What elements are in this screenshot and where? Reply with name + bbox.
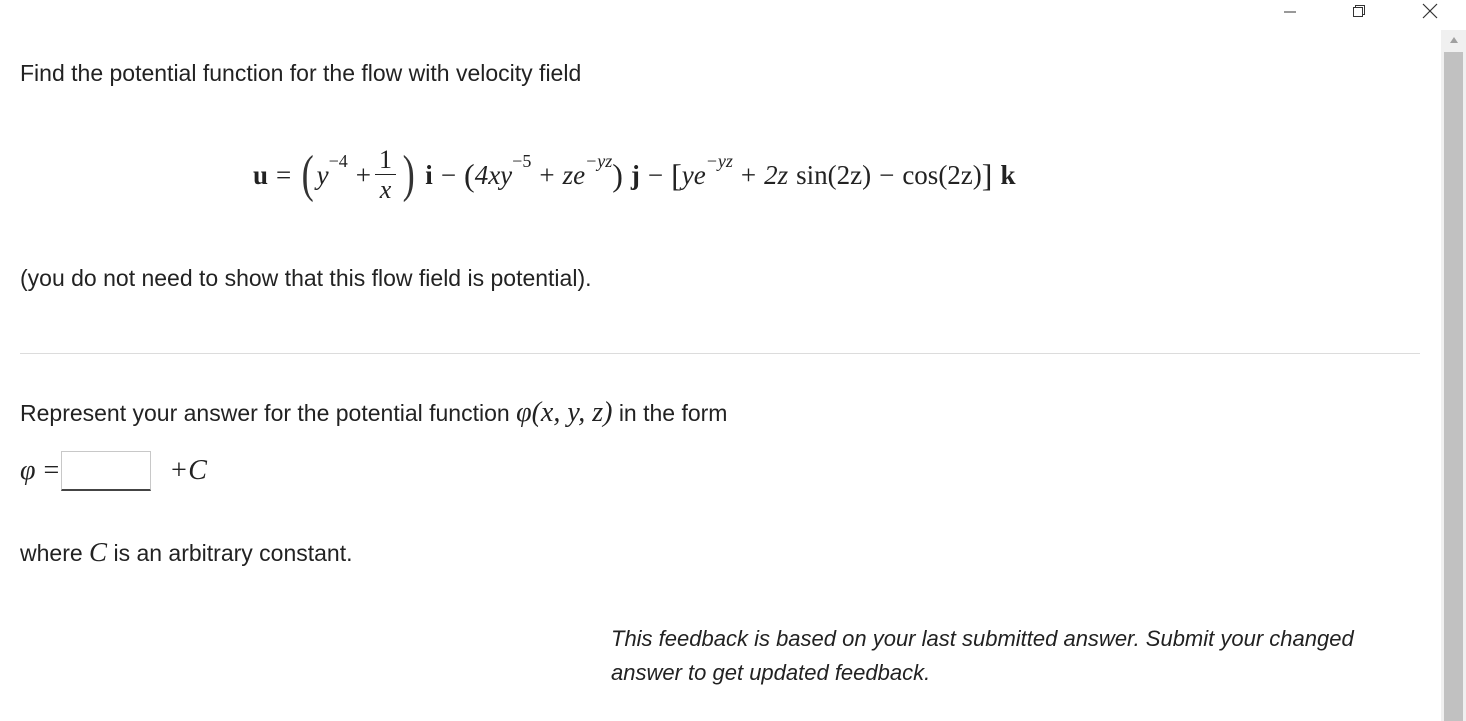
term1-exponent: −4 xyxy=(328,150,348,171)
close-button[interactable] xyxy=(1407,0,1453,22)
term2-exponent: −5 xyxy=(512,150,532,171)
fraction-denominator: x xyxy=(379,174,392,204)
plus-constant: +C xyxy=(169,455,207,486)
minimize-icon xyxy=(1284,11,1296,13)
where-suffix: is an arbitrary constant. xyxy=(113,540,353,566)
unit-vector-i: i xyxy=(425,159,433,190)
minimize-button[interactable] xyxy=(1267,0,1313,22)
restore-icon xyxy=(1353,5,1365,17)
fraction-one-over-x: 1 x xyxy=(374,145,396,205)
answer-row: φ = +C xyxy=(20,448,207,494)
right-paren: ) xyxy=(612,157,623,193)
velocity-field-equation: u = ( y −4 + 1 x ) i − ( 4xy −5 + ze −yz ) … xyxy=(253,130,1015,220)
vertical-scrollbar[interactable] xyxy=(1441,30,1466,721)
section-divider xyxy=(20,353,1420,354)
plus-sign: + xyxy=(355,159,371,190)
close-icon xyxy=(1422,3,1438,19)
left-paren: ( xyxy=(464,157,475,193)
plus-sign: + xyxy=(539,159,555,190)
phi-symbol: φ xyxy=(516,397,532,428)
term3-a: ye xyxy=(681,159,706,190)
fraction-numerator: 1 xyxy=(374,145,396,175)
right-paren-large: ) xyxy=(402,146,415,203)
where-prefix: where xyxy=(20,540,83,566)
phi-arguments: (x, y, z) xyxy=(531,397,613,428)
constant-note: where C is an arbitrary constant. xyxy=(20,537,353,568)
term3-cos: cos(2z) xyxy=(902,159,982,190)
instruction-suffix: in the form xyxy=(618,400,728,426)
term2-a: 4xy xyxy=(474,159,513,190)
velocity-vector-u: u xyxy=(253,159,269,190)
term2-b: ze xyxy=(562,159,586,190)
question-note: (you do not need to show that this flow … xyxy=(20,265,592,291)
minus-sign: − xyxy=(440,159,457,190)
constant-c: C xyxy=(89,537,108,567)
minus-sign: − xyxy=(647,159,664,190)
equals-sign: = xyxy=(276,159,292,190)
scroll-up-button[interactable] xyxy=(1441,30,1466,50)
instruction-prefix: Represent your answer for the potential … xyxy=(20,400,510,426)
window-titlebar xyxy=(0,0,1466,22)
left-bracket: [ xyxy=(671,157,682,193)
restore-button[interactable] xyxy=(1336,0,1382,22)
answer-instruction: Represent your answer for the potential … xyxy=(20,397,727,429)
triangle-up-icon xyxy=(1449,37,1458,43)
unit-vector-k: k xyxy=(1000,159,1016,190)
equals-sign: = xyxy=(43,455,60,486)
term2-b-exponent: −yz xyxy=(585,150,613,171)
term3-b: 2z xyxy=(764,159,789,190)
plus-sign: + xyxy=(740,159,757,190)
feedback-message: This feedback is based on your last subm… xyxy=(611,626,1354,685)
right-bracket: ] xyxy=(981,157,993,193)
left-paren-large: ( xyxy=(301,146,314,203)
unit-vector-j: j xyxy=(630,159,640,190)
phi-label: φ xyxy=(20,455,36,486)
term3-a-exponent: −yz xyxy=(705,150,733,171)
term1-base: y xyxy=(316,159,329,190)
potential-function-input[interactable] xyxy=(61,451,152,491)
question-intro: Find the potential function for the flow… xyxy=(20,60,582,86)
term3-sin: sin(2z) xyxy=(796,159,872,190)
minus-sign: − xyxy=(879,159,895,190)
scrollbar-thumb[interactable] xyxy=(1444,52,1463,721)
